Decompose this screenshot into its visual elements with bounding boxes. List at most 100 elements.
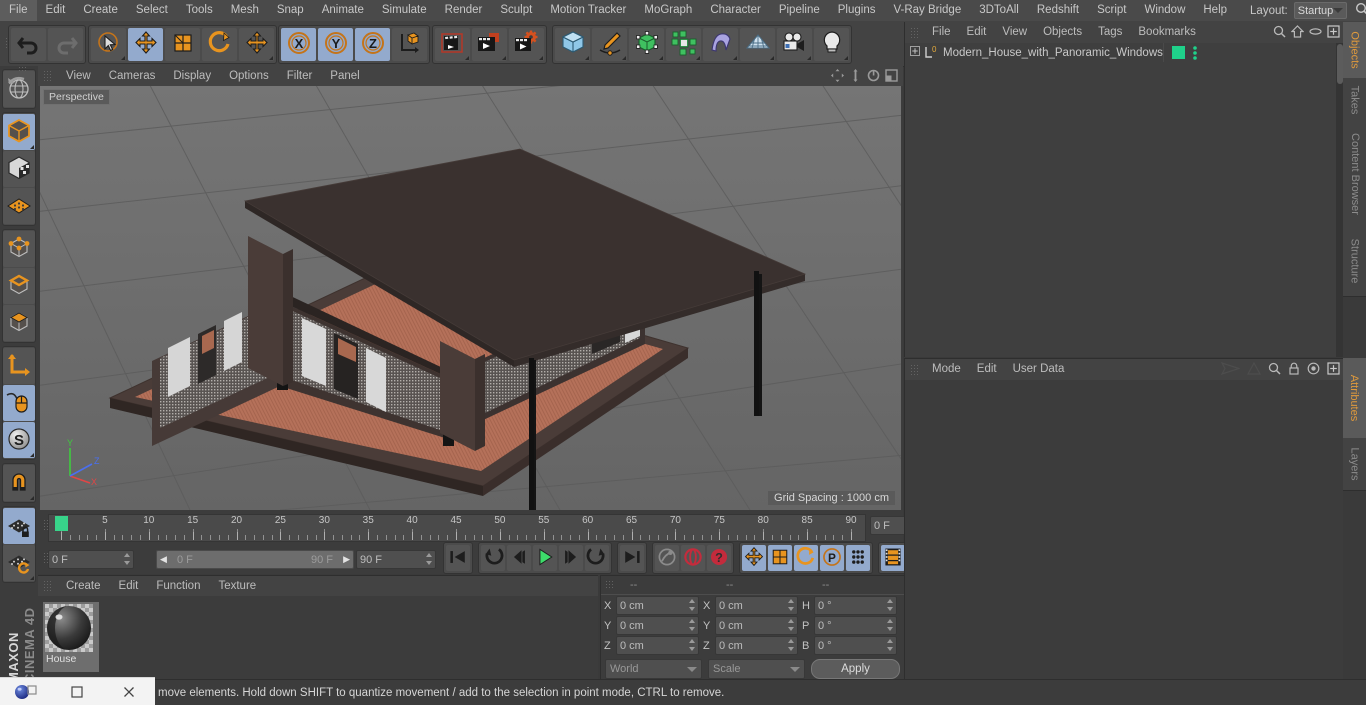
coord-field-size-z[interactable]: 0 cm <box>715 636 798 655</box>
menu-file[interactable]: File <box>0 0 37 21</box>
end-frame-field[interactable]: 90 F <box>356 550 436 569</box>
tool-options-corner-icon[interactable] <box>502 56 506 60</box>
menu-redshift[interactable]: Redshift <box>1028 0 1088 21</box>
transport-timeline-strip-button[interactable] <box>881 545 905 571</box>
menu-simulate[interactable]: Simulate <box>373 0 436 21</box>
tool-camera-button[interactable] <box>777 28 812 61</box>
tool-options-corner-icon[interactable] <box>770 56 774 60</box>
material-menu-create[interactable]: Create <box>57 576 110 596</box>
menu-edit[interactable]: Edit <box>37 0 75 21</box>
attribute-menu-edit[interactable]: Edit <box>969 359 1005 380</box>
tool-axis-modify-button[interactable] <box>3 348 35 384</box>
tool-options-corner-icon[interactable] <box>733 56 737 60</box>
object-manager-list[interactable]: 0 Modern_House_with_Panoramic_Windows <box>905 43 1344 357</box>
magnifier-icon[interactable] <box>1268 362 1281 378</box>
transport-play-forwards-button[interactable] <box>533 545 557 571</box>
viewport-menu-filter[interactable]: Filter <box>278 66 322 86</box>
menu-character[interactable]: Character <box>701 0 770 21</box>
material-chip[interactable]: House <box>43 602 99 672</box>
tool-y-axis-button[interactable]: Y <box>318 28 353 61</box>
lock-icon[interactable] <box>1288 362 1300 378</box>
tool-environment-floor-button[interactable] <box>740 28 775 61</box>
tool-workplane-mode-button[interactable] <box>3 188 35 224</box>
tool-x-axis-button[interactable]: X <box>281 28 316 61</box>
object-menu-objects[interactable]: Objects <box>1035 22 1090 43</box>
tool-points-mode-button[interactable] <box>3 231 35 267</box>
vtab-content-browser[interactable]: Content Browser <box>1343 122 1366 227</box>
object-menu-edit[interactable]: Edit <box>959 22 995 43</box>
tool-move-alt-button[interactable] <box>239 28 274 61</box>
transport-autokeying-button[interactable] <box>681 545 705 571</box>
tool-options-corner-icon[interactable] <box>622 56 626 60</box>
coord-size-dropdown[interactable]: Scale <box>708 659 805 679</box>
plus-box-icon[interactable] <box>1327 362 1340 378</box>
tool-edges-mode-button[interactable] <box>3 268 35 304</box>
vtab-attributes[interactable]: Attributes <box>1343 358 1366 439</box>
tool-viewport-solo-mouse-button[interactable] <box>3 385 35 421</box>
object-tag-swatch[interactable] <box>1172 46 1185 59</box>
viewport-menu-options[interactable]: Options <box>220 66 278 86</box>
tool-options-corner-icon[interactable] <box>585 56 589 60</box>
timeline-ruler[interactable]: 051015202530354045505560657075808590 <box>48 514 866 542</box>
tool-rotate-button[interactable] <box>202 28 237 61</box>
coord-field-position-y[interactable]: 0 cm <box>616 616 699 635</box>
layout-dropdown[interactable]: Startup <box>1293 2 1348 19</box>
menu-sculpt[interactable]: Sculpt <box>491 0 541 21</box>
target-icon[interactable] <box>1307 362 1320 378</box>
object-dots-icon[interactable] <box>1192 45 1198 63</box>
rotate-icon[interactable] <box>866 68 881 83</box>
attribute-manager-drag-handle-icon[interactable] <box>910 363 920 376</box>
menu-3dtoall[interactable]: 3DToAll <box>970 0 1028 21</box>
pan-icon[interactable] <box>830 68 845 83</box>
material-menu-texture[interactable]: Texture <box>209 576 265 596</box>
apply-button[interactable]: Apply <box>811 659 900 679</box>
attribute-menu-mode[interactable]: Mode <box>924 359 969 380</box>
tool-mograph-array-button[interactable] <box>666 28 701 61</box>
object-menu-file[interactable]: File <box>924 22 959 43</box>
viewport-menu-panel[interactable]: Panel <box>321 66 368 86</box>
start-frame-field[interactable]: 0 F <box>48 550 134 569</box>
menu-pipeline[interactable]: Pipeline <box>770 0 829 21</box>
menu-help[interactable]: Help <box>1194 0 1236 21</box>
transport-previous-frame-button[interactable] <box>507 545 531 571</box>
tool-options-corner-icon[interactable] <box>121 56 125 60</box>
coordinates-drag-handle-icon[interactable] <box>605 580 614 590</box>
tool-options-corner-icon[interactable] <box>696 56 700 60</box>
coord-stepper[interactable] <box>787 619 794 631</box>
maximize-icon[interactable] <box>884 68 899 83</box>
transport-scale-key-button[interactable] <box>768 545 792 571</box>
object-menu-bookmarks[interactable]: Bookmarks <box>1130 22 1204 43</box>
tool-deformer-bend-button[interactable] <box>703 28 738 61</box>
coord-field-size-x[interactable]: 0 cm <box>715 596 798 615</box>
tool-scale-button[interactable] <box>165 28 200 61</box>
coord-field-size-y[interactable]: 0 cm <box>715 616 798 635</box>
tool-options-corner-icon[interactable] <box>539 56 543 60</box>
menu-create[interactable]: Create <box>74 0 127 21</box>
coord-field-rotation-h[interactable]: 0 ° <box>814 596 897 615</box>
material-menu-edit[interactable]: Edit <box>110 576 148 596</box>
tool-polygons-mode-button[interactable] <box>3 305 35 341</box>
attribute-manager-body[interactable] <box>905 380 1344 681</box>
tool-options-corner-icon[interactable] <box>30 496 34 500</box>
tool-move-button[interactable] <box>128 28 163 61</box>
timeline-playhead[interactable] <box>55 516 68 531</box>
tool-options-corner-icon[interactable] <box>465 56 469 60</box>
range-next-icon[interactable]: ▶ <box>343 554 350 565</box>
transport-next-frame-button[interactable] <box>559 545 583 571</box>
viewport-menu-cameras[interactable]: Cameras <box>100 66 165 86</box>
object-menu-view[interactable]: View <box>994 22 1035 43</box>
coord-stepper[interactable] <box>787 599 794 611</box>
menu-tools[interactable]: Tools <box>177 0 222 21</box>
object-menu-tags[interactable]: Tags <box>1090 22 1130 43</box>
start-frame-stepper[interactable] <box>123 553 130 565</box>
coord-field-position-x[interactable]: 0 cm <box>616 596 699 615</box>
coord-field-rotation-p[interactable]: 0 ° <box>814 616 897 635</box>
menu-animate[interactable]: Animate <box>313 0 373 21</box>
menu-render[interactable]: Render <box>436 0 492 21</box>
transport-keyframe-selection-button[interactable]: ? <box>707 545 731 571</box>
menu-motion-tracker[interactable]: Motion Tracker <box>541 0 635 21</box>
tool-globe-undo-button[interactable] <box>3 71 35 107</box>
range-prev-icon[interactable]: ◀ <box>160 554 167 565</box>
plus-box-icon[interactable] <box>1327 25 1340 41</box>
menu-plugins[interactable]: Plugins <box>829 0 885 21</box>
